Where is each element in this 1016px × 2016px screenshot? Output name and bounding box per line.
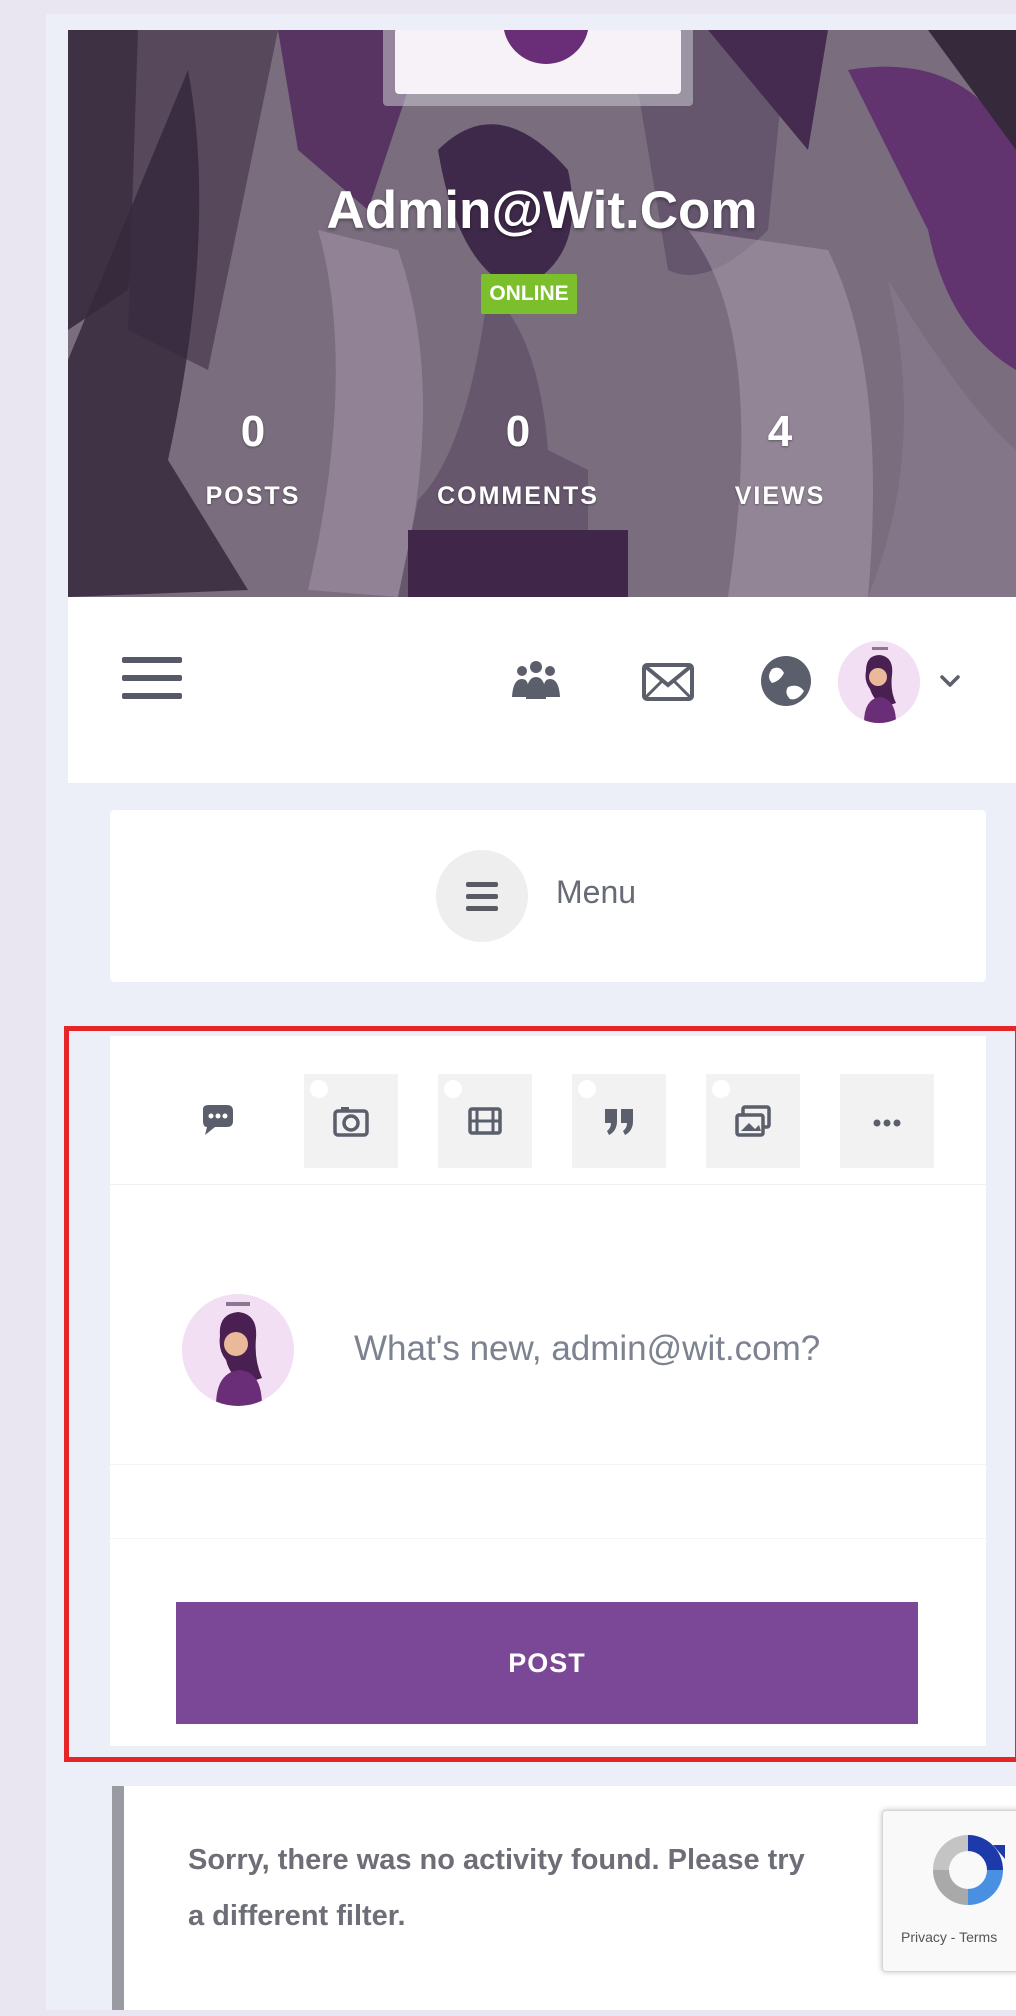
video-icon[interactable] <box>438 1074 532 1168</box>
menu-card[interactable]: Menu <box>110 810 986 982</box>
quote-icon[interactable] <box>572 1074 666 1168</box>
chevron-down-icon[interactable] <box>936 667 964 695</box>
composer-spacer <box>110 1466 986 1539</box>
post-type-selector <box>110 1036 986 1185</box>
recaptcha-badge[interactable]: Privacy - Terms <box>882 1810 1016 1972</box>
activity-empty-message: Sorry, there was no activity found. Plea… <box>188 1844 805 1932</box>
user-avatar[interactable] <box>838 641 920 723</box>
stat-views[interactable]: 4 VIEWS <box>680 406 880 511</box>
profile-cover: Admin@Wit.Com ONLINE 0 POSTS 0 COMMENTS … <box>68 30 1016 597</box>
composer-avatar <box>182 1294 294 1406</box>
globe-icon[interactable] <box>758 653 814 709</box>
mail-icon[interactable] <box>640 653 696 709</box>
recaptcha-logo-icon <box>933 1835 1005 1905</box>
more-icon[interactable] <box>840 1074 934 1168</box>
photo-icon[interactable] <box>304 1074 398 1168</box>
hamburger-menu-icon[interactable] <box>122 657 182 705</box>
stat-comments[interactable]: 0 COMMENTS <box>418 406 618 511</box>
post-button[interactable]: POST <box>176 1602 918 1724</box>
activity-empty-notice: Sorry, there was no activity found. Plea… <box>112 1786 1016 2010</box>
status-badge: ONLINE <box>481 274 577 314</box>
gallery-icon[interactable] <box>706 1074 800 1168</box>
profile-avatar[interactable] <box>383 30 693 106</box>
stat-posts-value: 0 <box>240 407 266 456</box>
composer-input-row <box>110 1184 986 1465</box>
stat-comments-label: COMMENTS <box>437 482 599 510</box>
stat-posts[interactable]: 0 POSTS <box>153 406 353 511</box>
whats-new-input[interactable] <box>354 1314 914 1384</box>
stat-posts-label: POSTS <box>205 482 301 510</box>
profile-name: Admin@Wit.Com <box>326 181 758 240</box>
post-composer: POST <box>110 1036 986 1746</box>
stat-views-value: 4 <box>767 407 793 456</box>
recaptcha-footer[interactable]: Privacy - Terms <box>883 1929 1016 1945</box>
menu-icon[interactable] <box>436 850 528 942</box>
stat-comments-value: 0 <box>505 407 531 456</box>
users-icon[interactable] <box>508 653 564 709</box>
profile-page: Admin@Wit.Com ONLINE 0 POSTS 0 COMMENTS … <box>46 14 1016 2010</box>
top-navigation <box>68 597 1016 783</box>
menu-label: Menu <box>556 874 637 910</box>
stat-views-label: VIEWS <box>734 482 826 510</box>
status-bubble-icon[interactable] <box>170 1074 264 1168</box>
